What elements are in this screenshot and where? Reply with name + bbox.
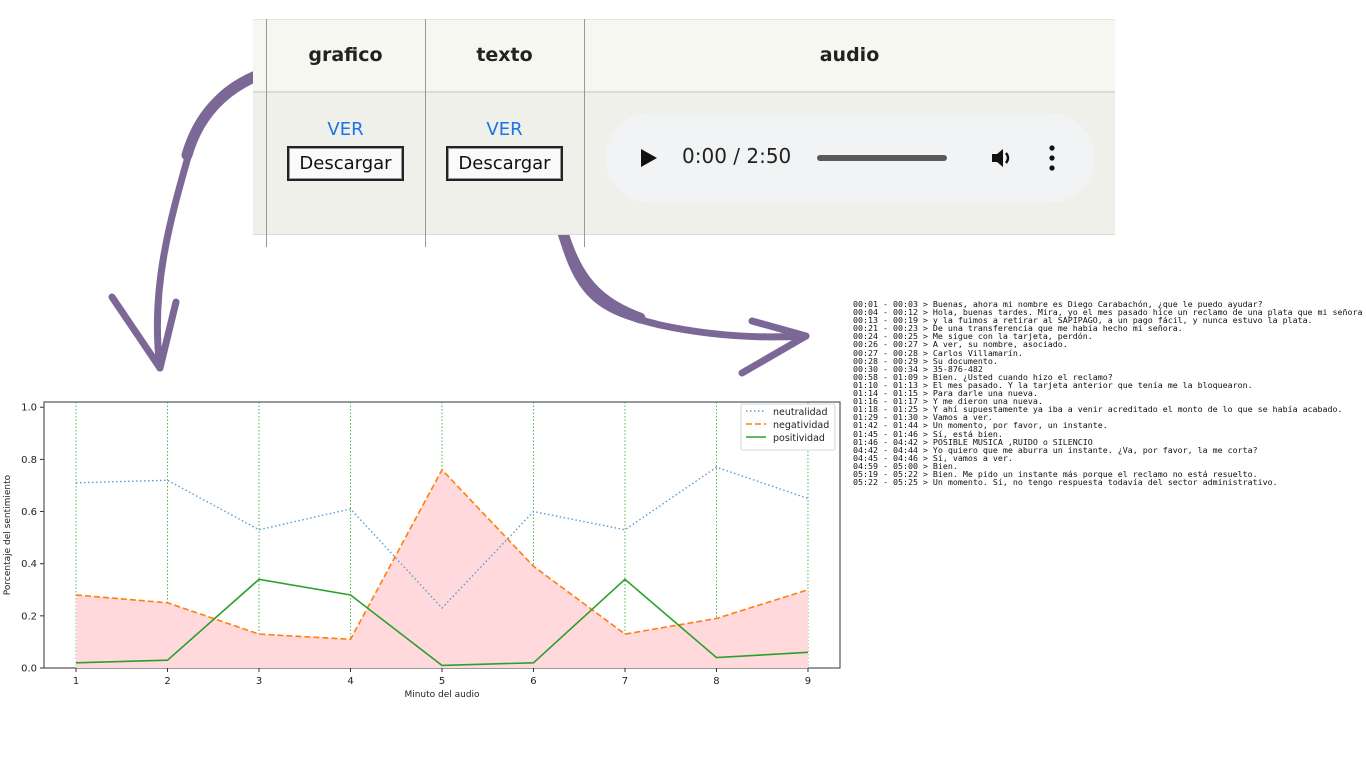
y-axis-label: Porcentaje del sentimiento	[3, 474, 13, 595]
y-tick-label: 0.6	[21, 507, 37, 518]
x-tick-label: 9	[805, 676, 811, 687]
more-options-icon[interactable]	[1049, 145, 1055, 171]
grafico-ver-link[interactable]: VER	[327, 119, 363, 140]
x-axis-label: Minuto del audio	[404, 690, 480, 700]
x-tick-label: 7	[622, 676, 628, 687]
legend-label: positividad	[773, 433, 825, 444]
play-icon[interactable]	[641, 149, 657, 167]
transcript-line: 05:22 - 05:25 > Un momento. Sí, no tengo…	[853, 477, 1278, 488]
arrowhead-right	[738, 317, 810, 377]
x-tick-label: 2	[164, 676, 170, 687]
texto-download-button[interactable]: Descargar	[446, 146, 563, 181]
y-tick-label: 0.0	[21, 664, 37, 675]
y-tick-label: 0.4	[21, 559, 37, 570]
x-tick-label: 5	[439, 676, 445, 687]
transcript-text: 00:01 - 00:03 > Buenas, ahora mi nombre …	[853, 300, 1366, 556]
results-table: grafico texto audio VER Descargar VER De…	[253, 19, 1115, 247]
header-audio: audio	[819, 44, 880, 66]
x-tick-label: 8	[713, 676, 719, 687]
texto-ver-link[interactable]: VER	[486, 119, 522, 140]
header-grafico: grafico	[308, 44, 383, 66]
grafico-cell: VER Descargar	[266, 91, 425, 232]
x-tick-label: 3	[256, 676, 262, 687]
y-tick-label: 0.2	[21, 611, 37, 622]
y-tick-label: 0.8	[21, 455, 37, 466]
arrowhead-left-down	[108, 293, 180, 372]
audio-time: 0:00 / 2:50	[682, 144, 792, 168]
x-tick-label: 4	[347, 676, 353, 687]
y-tick-label: 1.0	[21, 403, 37, 414]
header-texto: texto	[476, 44, 533, 66]
legend-label: neutralidad	[773, 407, 828, 418]
x-tick-label: 1	[73, 676, 79, 687]
sentiment-chart: 0.0 0.2 0.4 0.6 0.8 1.0 1 2 3 4 5 6 7 8 9 Minuto del au…	[3, 401, 841, 700]
texto-cell: VER Descargar	[425, 91, 584, 232]
volume-icon[interactable]	[990, 146, 1014, 170]
audio-progress-slider[interactable]	[817, 155, 947, 161]
grafico-download-button[interactable]: Descargar	[287, 146, 404, 181]
legend-label: negatividad	[773, 420, 829, 431]
x-tick-label: 6	[530, 676, 536, 687]
audio-player: 0:00 / 2:50	[605, 113, 1095, 203]
